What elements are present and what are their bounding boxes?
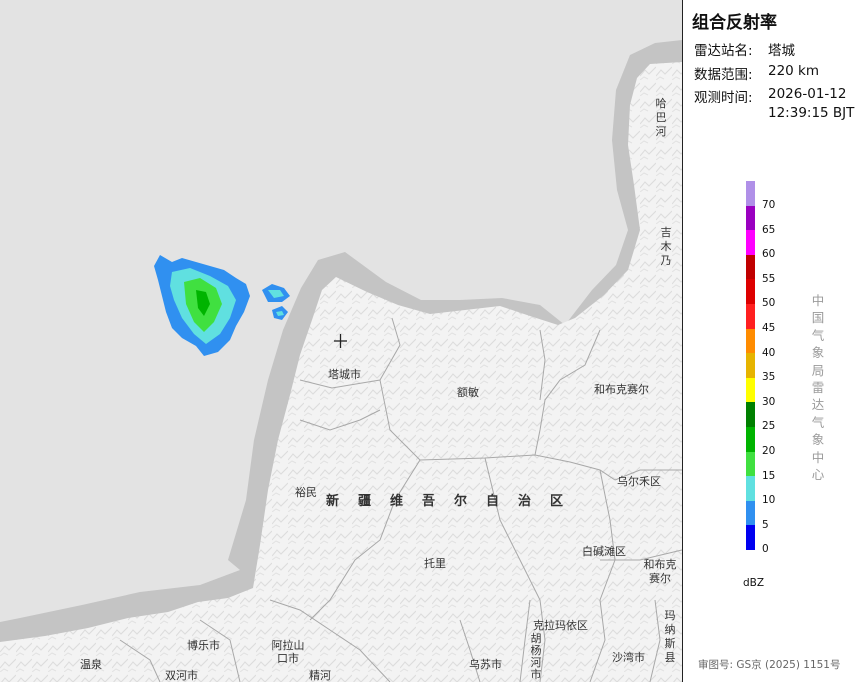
place-tuoli: 托里 — [424, 557, 446, 570]
legend-swatch — [746, 230, 755, 255]
radar-echo — [154, 255, 290, 356]
place-wenquan: 温泉 — [80, 658, 102, 671]
color-legend — [746, 181, 755, 550]
legend-label: 40 — [762, 346, 776, 359]
legend-label: 15 — [762, 469, 776, 482]
time-clock: 12:39:15 BJT — [768, 105, 855, 121]
legend-swatch — [746, 476, 755, 501]
place-emin: 额敏 — [457, 386, 479, 399]
place-habahe: 哈巴河 — [655, 97, 667, 138]
legend-label: 20 — [762, 445, 776, 457]
place-bole: 博乐市 — [187, 639, 220, 652]
legend-label: 60 — [762, 248, 776, 261]
place-wuerhe: 乌尔禾区 — [617, 475, 661, 488]
place-shuanghe: 双河市 — [165, 669, 198, 682]
approval-number: 审图号: GS京 (2025) 1151号 — [698, 659, 841, 671]
legend-swatch — [746, 500, 755, 526]
legend-swatch — [746, 303, 755, 329]
info-panel: 组合反射率 雷达站名: 塔城 数据范围: 220 km 观测时间: 2026-0… — [682, 0, 860, 682]
map-base — [0, 40, 682, 682]
radar-map[interactable]: 哈巴河 吉木乃 塔城市 额敏 和布克赛尔 裕民 乌尔禾区 白碱滩区 托里 和布克… — [0, 0, 682, 682]
legend-swatch — [746, 205, 755, 231]
legend-label: 10 — [762, 494, 776, 507]
legend-swatch — [746, 181, 755, 206]
place-baijiantan: 白碱滩区 — [582, 545, 626, 558]
legend-label: 0 — [762, 543, 769, 556]
place-jimunai: 吉木乃 — [660, 226, 672, 267]
legend-label: 5 — [762, 518, 769, 531]
legend-label: 50 — [762, 297, 776, 310]
range-label: 数据范围: — [694, 67, 753, 83]
place-tacheng: 塔城市 — [328, 368, 361, 381]
legend-swatch — [746, 451, 755, 477]
legend-swatch — [746, 402, 755, 427]
place-alashankou: 阿拉山口市 — [271, 639, 305, 665]
legend-swatch — [746, 377, 755, 403]
place-jinghe: 精河 — [309, 669, 331, 682]
place-kelamayi: 克拉玛依区 — [533, 619, 588, 632]
station-label: 雷达站名: — [694, 43, 753, 59]
time-date: 2026-01-12 — [768, 86, 847, 102]
legend-label: 30 — [762, 395, 776, 408]
station-value: 塔城 — [768, 43, 795, 59]
time-label: 观测时间: — [694, 90, 753, 106]
legend-swatch — [746, 254, 755, 280]
place-huyanghe: 胡杨河市 — [530, 632, 542, 681]
legend-label: 25 — [762, 420, 776, 433]
range-value: 220 km — [768, 63, 820, 79]
place-hebukesaier: 和布克赛尔 — [594, 383, 649, 396]
legend-swatch — [746, 525, 755, 550]
place-yumin: 裕民 — [295, 486, 317, 499]
agency-watermark: 中国气象局雷达气象中心 — [811, 293, 825, 483]
region-label: 新疆维吾尔自治区 — [326, 494, 583, 509]
legend-label: 55 — [762, 272, 776, 285]
legend-swatch — [746, 353, 755, 378]
product-title: 组合反射率 — [692, 13, 777, 33]
legend-label: 45 — [762, 322, 776, 334]
legend-swatch — [746, 328, 755, 354]
legend-label: 70 — [762, 199, 776, 211]
place-manasi: 玛纳斯县 — [664, 609, 676, 664]
place-wusu: 乌苏市 — [469, 658, 502, 671]
legend-label: 65 — [762, 223, 776, 236]
legend-swatch — [746, 279, 755, 304]
place-shawan: 沙湾市 — [612, 651, 645, 664]
place-hebukesaier-2: 和布克赛尔 — [643, 558, 677, 585]
legend-label: 35 — [762, 371, 776, 384]
legend-unit: dBZ — [743, 577, 765, 589]
legend-swatch — [746, 426, 755, 452]
